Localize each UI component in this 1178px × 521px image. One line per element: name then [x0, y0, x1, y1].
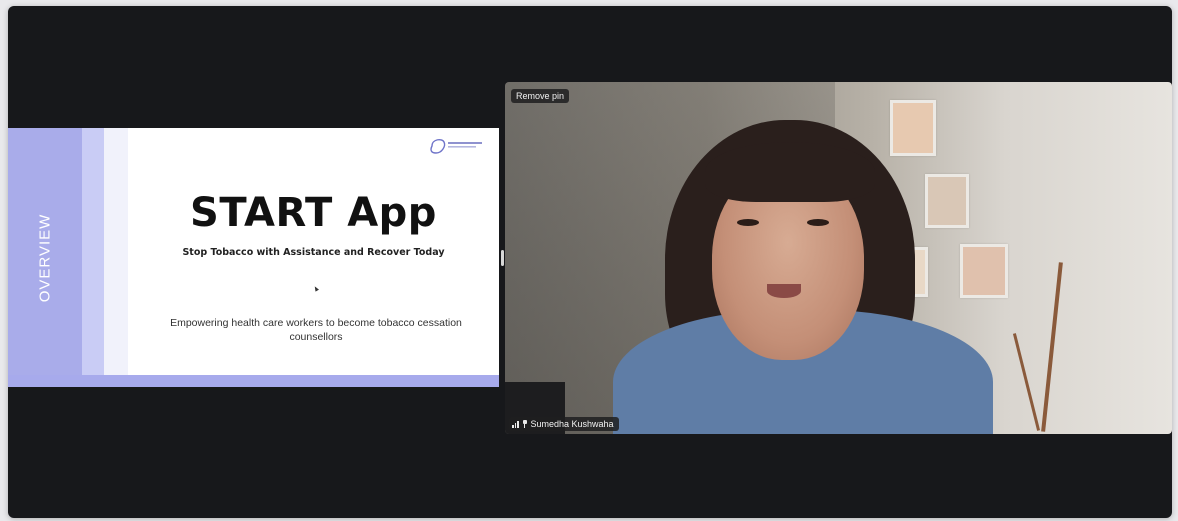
pin-icon — [522, 420, 528, 428]
shared-slide[interactable]: OVERVIEW START App Stop Tobacco with Ass… — [8, 128, 499, 387]
wall-art-frame — [890, 100, 936, 156]
global-health-logo-icon — [430, 138, 482, 154]
easel-leg — [1041, 262, 1063, 432]
mouse-cursor-icon — [313, 285, 319, 292]
slide-subtitle: Stop Tobacco with Assistance and Recover… — [182, 247, 445, 258]
participant-name-badge: Sumedha Kushwaha — [509, 417, 619, 431]
slide-tagline: Empowering health care workers to become… — [170, 317, 462, 343]
slide-title: START App — [190, 190, 437, 236]
slide-side-band-light — [82, 128, 104, 375]
remove-pin-button[interactable]: Remove pin — [511, 89, 570, 103]
participant-mouth — [767, 284, 801, 298]
participant-name: Sumedha Kushwaha — [530, 419, 614, 429]
meeting-stage: OVERVIEW START App Stop Tobacco with Ass… — [8, 6, 1172, 518]
participant-eye — [807, 219, 829, 226]
resize-handle[interactable] — [501, 250, 504, 266]
slide-side-band-lighter — [104, 128, 128, 375]
participant-fringe — [705, 142, 875, 202]
participant-eye — [737, 219, 759, 226]
slide-footer-band — [8, 375, 499, 387]
wall-art-frame — [925, 174, 969, 228]
wall-art-frame — [960, 244, 1008, 298]
participant-video-tile[interactable]: Remove pin Sumedha Kushwaha — [505, 82, 1172, 434]
easel-leg — [1012, 333, 1041, 431]
slide-side-label: OVERVIEW — [36, 213, 54, 303]
signal-strength-icon — [512, 420, 519, 428]
